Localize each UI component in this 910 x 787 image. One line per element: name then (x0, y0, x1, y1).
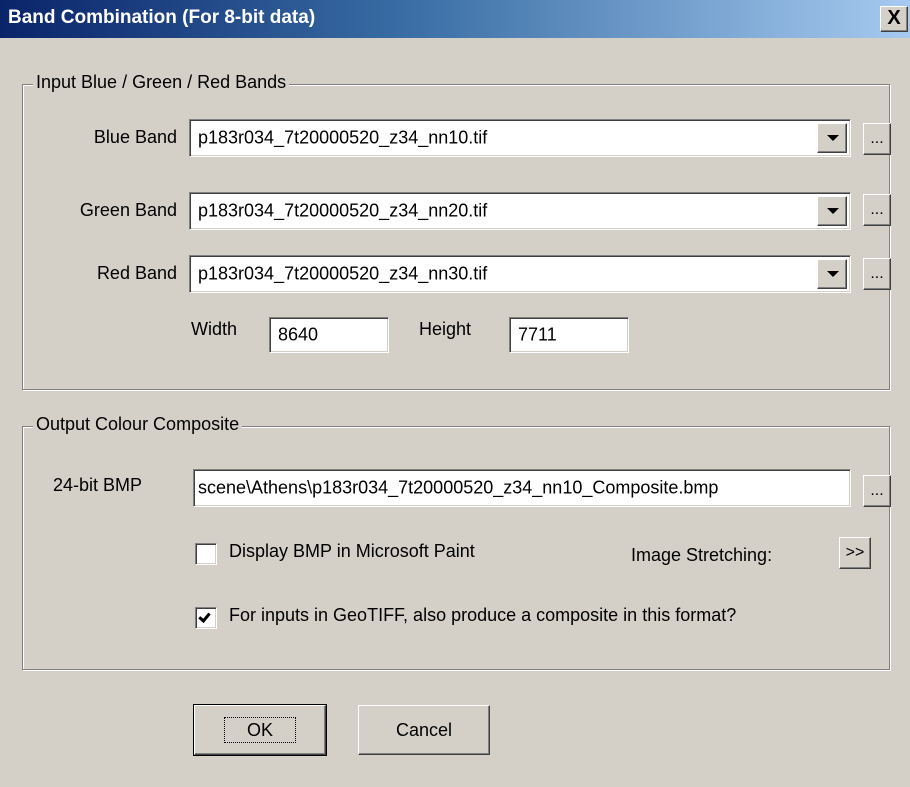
green-band-dropdown-button[interactable] (817, 196, 847, 226)
green-band-browse-button[interactable]: ... (863, 194, 891, 226)
green-band-value: p183r034_7t20000520_z34_nn20.tif (198, 200, 488, 221)
close-icon: X (887, 7, 901, 29)
bmp-path-field[interactable]: scene\Athens\p183r034_7t20000520_z34_nn1… (193, 469, 851, 507)
width-label: Width (191, 319, 238, 339)
bmp-label: 24-bit BMP (53, 475, 143, 495)
display-paint-label[interactable]: Display BMP in Microsoft Paint (229, 541, 475, 562)
bmp-path-value: scene\Athens\p183r034_7t20000520_z34_nn1… (198, 477, 719, 498)
green-band-combo[interactable]: p183r034_7t20000520_z34_nn20.tif (189, 192, 851, 230)
cancel-button[interactable]: Cancel (358, 705, 490, 755)
checkmark-icon (198, 610, 211, 623)
width-field[interactable]: 8640 (269, 317, 389, 353)
band-combination-dialog: Band Combination (For 8-bit data) X Inpu… (0, 0, 910, 787)
ok-button[interactable]: OK (193, 704, 327, 756)
close-button[interactable]: X (880, 6, 908, 32)
red-band-dropdown-button[interactable] (817, 259, 847, 289)
bmp-browse-button[interactable]: ... (863, 475, 891, 507)
display-paint-checkbox[interactable] (195, 543, 217, 565)
geotiff-label[interactable]: For inputs in GeoTIFF, also produce a co… (229, 605, 736, 626)
input-bands-legend: Input Blue / Green / Red Bands (33, 72, 290, 93)
input-bands-group: Input Blue / Green / Red Bands Blue Band… (22, 72, 891, 390)
geotiff-checkbox[interactable] (195, 607, 217, 629)
blue-band-combo[interactable]: p183r034_7t20000520_z34_nn10.tif (189, 119, 851, 157)
red-band-combo[interactable]: p183r034_7t20000520_z34_nn30.tif (189, 255, 851, 293)
window-title: Band Combination (For 8-bit data) (8, 7, 316, 28)
image-stretching-button[interactable]: >> (839, 537, 871, 569)
red-band-browse-button[interactable]: ... (863, 258, 891, 290)
red-band-label: Red Band (96, 263, 177, 283)
blue-band-label: Blue Band (93, 127, 177, 147)
title-bar[interactable]: Band Combination (For 8-bit data) X (0, 0, 910, 38)
green-band-label: Green Band (79, 200, 177, 220)
output-composite-legend: Output Colour Composite (33, 414, 243, 435)
output-composite-group: Output Colour Composite 24-bit BMP scene… (22, 414, 891, 670)
ok-button-label: OK (223, 717, 296, 743)
height-label: Height (419, 319, 472, 339)
width-value: 8640 (278, 324, 319, 345)
blue-band-browse-button[interactable]: ... (863, 123, 891, 155)
blue-band-dropdown-button[interactable] (817, 123, 847, 153)
height-field[interactable]: 7711 (509, 317, 629, 353)
image-stretching-label: Image Stretching: (631, 545, 773, 565)
blue-band-value: p183r034_7t20000520_z34_nn10.tif (198, 127, 488, 148)
red-band-value: p183r034_7t20000520_z34_nn30.tif (198, 263, 488, 284)
height-value: 7711 (518, 324, 557, 345)
